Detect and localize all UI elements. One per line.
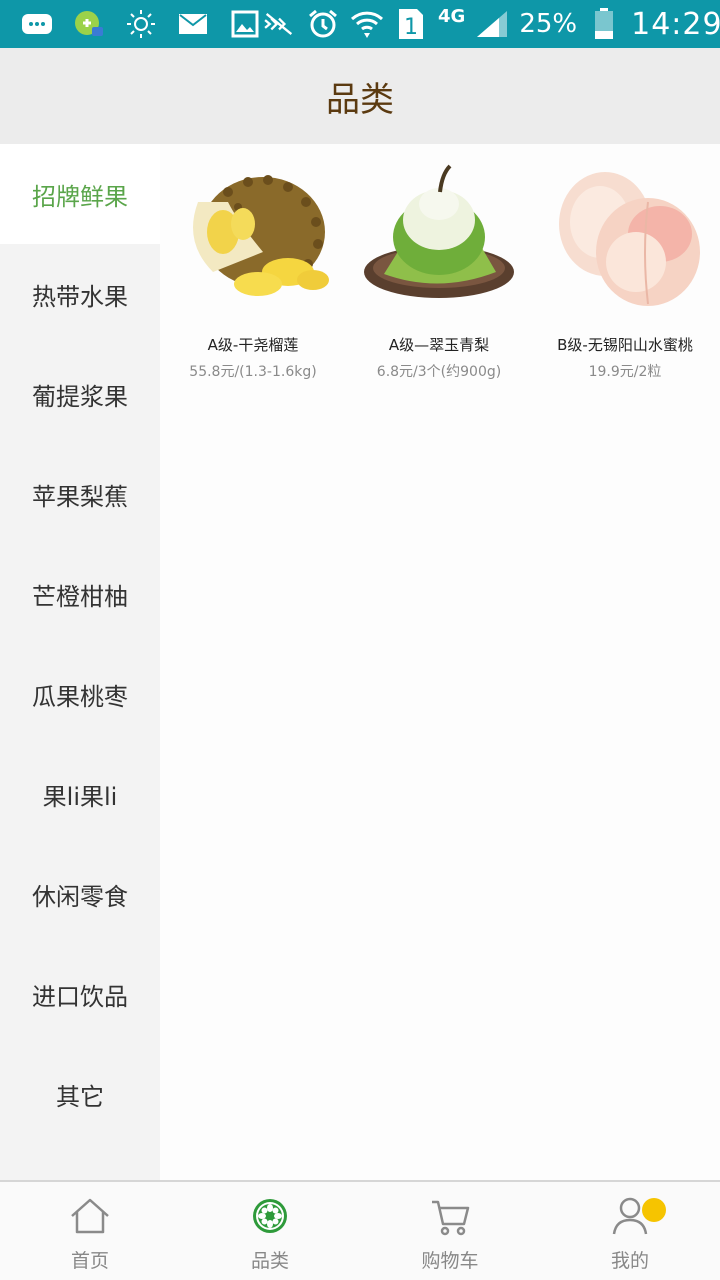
nav-profile-label: 我的	[610, 1250, 649, 1272]
product-price: 19.9元/2粒	[588, 364, 662, 380]
sidebar-item-tropical-fruit[interactable]: 热带水果	[0, 244, 160, 344]
wifi-icon	[350, 9, 384, 39]
alarm-icon	[306, 9, 340, 39]
mute-icon	[262, 9, 296, 39]
product-name: B级-无锡阳山水蜜桃	[557, 336, 693, 354]
sidebar-item-guoli[interactable]: 果li果li	[0, 744, 160, 844]
svg-text:1: 1	[404, 15, 418, 40]
peach-image	[559, 172, 700, 306]
nav-category-label: 品类	[250, 1250, 289, 1272]
gallery-icon	[228, 9, 262, 39]
nav-cart-label: 购物车	[421, 1250, 479, 1272]
nav-home[interactable]: 首页	[0, 1182, 180, 1280]
product-card[interactable]: A级—翠玉青梨 6.8元/3个(约900g)	[346, 162, 532, 381]
sidebar-item-apples-pears-bananas[interactable]: 苹果梨蕉	[0, 444, 160, 544]
brightness-icon	[124, 9, 158, 39]
durian-image	[193, 175, 329, 296]
product-content: A级-干尧榴莲 55.8元/(1.3-1.6kg) A级—翠玉青梨 6.8元/3…	[160, 144, 720, 1180]
mail-icon	[176, 9, 210, 39]
nav-category[interactable]: 品类	[180, 1182, 360, 1280]
product-price: 55.8元/(1.3-1.6kg)	[189, 364, 317, 380]
signal-icon	[475, 9, 509, 39]
status-bar: 1 4G 25% 14:29	[0, 0, 720, 48]
product-card[interactable]: A级-干尧榴莲 55.8元/(1.3-1.6kg)	[160, 162, 346, 381]
bottom-nav: 首页 品类 购物车 我的	[0, 1180, 720, 1280]
nav-profile[interactable]: 我的	[540, 1182, 720, 1280]
product-name: A级-干尧榴莲	[207, 336, 299, 354]
sim-icon: 1	[394, 9, 428, 40]
product-grid: A级-干尧榴莲 55.8元/(1.3-1.6kg) A级—翠玉青梨 6.8元/3…	[160, 144, 720, 381]
nav-cart[interactable]: 购物车	[360, 1182, 540, 1280]
sidebar-item-others[interactable]: 其它	[0, 1044, 160, 1144]
category-icon	[253, 1199, 287, 1233]
sidebar-item-grapes-berries[interactable]: 葡提浆果	[0, 344, 160, 444]
app-notification-icon	[72, 9, 106, 39]
home-icon	[71, 1198, 109, 1234]
sidebar-item-snacks[interactable]: 休闲零食	[0, 844, 160, 944]
sidebar-item-imported-drinks[interactable]: 进口饮品	[0, 944, 160, 1044]
product-card[interactable]: B级-无锡阳山水蜜桃 19.9元/2粒	[532, 162, 718, 381]
battery-icon	[587, 8, 621, 39]
header: 品类	[0, 48, 720, 144]
sidebar-item-melons-peaches-dates[interactable]: 瓜果桃枣	[0, 644, 160, 744]
network-type: 4G	[438, 5, 466, 27]
nav-home-label: 首页	[70, 1250, 109, 1272]
sidebar-item-signature-fruit[interactable]: 招牌鲜果	[0, 144, 160, 244]
sidebar-item-mango-citrus[interactable]: 芒橙柑柚	[0, 544, 160, 644]
clock: 14:29	[631, 6, 720, 42]
product-price: 6.8元/3个(约900g)	[376, 364, 502, 380]
cart-icon	[432, 1200, 470, 1236]
page-title: 品类	[326, 79, 394, 120]
notification-badge	[642, 1198, 666, 1222]
green-pear-image	[364, 164, 514, 298]
product-name: A级—翠玉青梨	[388, 336, 490, 354]
battery-percent: 25%	[519, 9, 578, 39]
category-sidebar: 招牌鲜果 热带水果 葡提浆果 苹果梨蕉 芒橙柑柚 瓜果桃枣 果li果li 休闲零…	[0, 144, 160, 1180]
messages-icon	[20, 9, 54, 39]
